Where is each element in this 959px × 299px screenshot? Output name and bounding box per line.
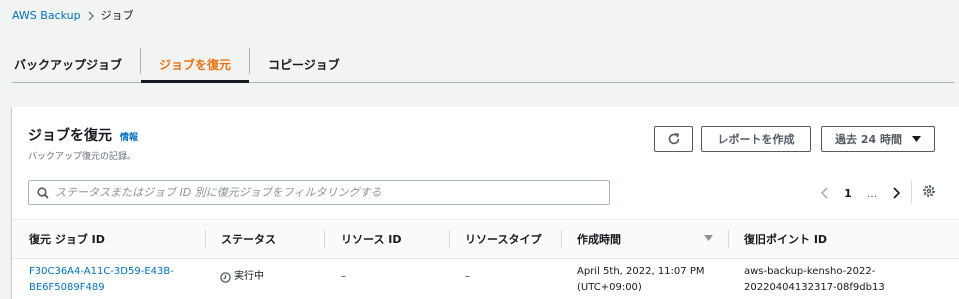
- column-separator: [728, 230, 729, 248]
- recovery-point-line-2: 20220404132317-08f9db13: [744, 282, 885, 293]
- job-id-line-2: BE6F5089F489: [29, 282, 105, 293]
- resource-id-cell: –: [341, 271, 346, 282]
- settings-gear-icon[interactable]: [922, 184, 936, 198]
- sort-descending-icon[interactable]: [704, 235, 713, 241]
- recovery-point-id-cell: aws-backup-kensho-2022- 20220404132317-0…: [744, 264, 885, 296]
- tab-restore-jobs[interactable]: ジョブを復元: [141, 46, 250, 83]
- previous-page-button[interactable]: [812, 183, 836, 203]
- column-separator: [205, 230, 206, 248]
- pagination: 1 ...: [812, 183, 908, 203]
- restore-jobs-panel: ジョブを復元 情報 バックアップ復元の記録。 レポートを作成 過去 24 時間: [12, 107, 959, 299]
- status-cell: 実行中: [220, 269, 264, 285]
- search-field[interactable]: [28, 180, 610, 205]
- create-report-button[interactable]: レポートを作成: [701, 126, 811, 152]
- time-range-dropdown[interactable]: 過去 24 時間: [821, 126, 935, 152]
- status-text: 実行中: [234, 271, 264, 282]
- resource-type-cell: –: [465, 271, 470, 282]
- creation-time-cell: April 5th, 2022, 11:07 PM (UTC+09:00): [577, 264, 704, 296]
- column-header-resource-type[interactable]: リソースタイプ: [465, 220, 541, 258]
- column-separator: [449, 230, 450, 248]
- column-header-restore-job-id[interactable]: 復元 ジョブ ID: [29, 220, 105, 258]
- page-ellipsis: ...: [866, 186, 878, 200]
- info-link[interactable]: 情報: [120, 129, 138, 147]
- time-range-label: 過去 24 時間: [835, 133, 902, 146]
- job-tabs: バックアップジョブ ジョブを復元 コピージョブ: [12, 46, 955, 83]
- chevron-right-icon: [88, 11, 94, 21]
- search-input[interactable]: [55, 186, 595, 199]
- refresh-button[interactable]: [654, 126, 693, 152]
- recovery-point-line-1: aws-backup-kensho-2022-: [744, 266, 876, 277]
- creation-time-line-1: April 5th, 2022, 11:07 PM: [577, 266, 705, 277]
- panel-title: ジョブを復元: [28, 128, 112, 144]
- next-page-button[interactable]: [884, 183, 908, 203]
- column-header-resource-id[interactable]: リソース ID: [341, 220, 402, 258]
- creation-time-line-2: (UTC+09:00): [577, 282, 642, 293]
- chevron-right-icon: [892, 187, 900, 199]
- breadcrumb-aws-backup-link[interactable]: AWS Backup: [12, 9, 81, 23]
- tab-copy-jobs[interactable]: コピージョブ: [250, 46, 358, 82]
- table-row: F30C36A4-A11C-3D59-E43B- BE6F5089F489 実行…: [12, 258, 959, 299]
- clock-icon: [220, 271, 231, 283]
- tab-backup-jobs[interactable]: バックアップジョブ: [12, 46, 140, 82]
- column-header-status[interactable]: ステータス: [221, 220, 276, 258]
- search-icon: [37, 186, 49, 199]
- job-id-line-1: F30C36A4-A11C-3D59-E43B-: [29, 266, 174, 277]
- refresh-icon: [667, 132, 681, 146]
- breadcrumb: AWS Backup ジョブ: [12, 9, 134, 23]
- breadcrumb-current: ジョブ: [100, 9, 134, 22]
- panel-header: ジョブを復元 情報: [28, 127, 138, 147]
- column-separator: [561, 230, 562, 248]
- page: AWS Backup ジョブ バックアップジョブ ジョブを復元 コピージョブ ジ…: [0, 0, 959, 299]
- pager-divider: [911, 181, 912, 203]
- panel-description: バックアップ復元の記録。: [28, 152, 137, 162]
- column-header-creation-time[interactable]: 作成時間: [577, 220, 621, 258]
- page-number[interactable]: 1: [836, 183, 860, 203]
- table-header: 復元 ジョブ ID ステータス リソース ID リソースタイプ 作成時間 復旧ポ…: [12, 219, 959, 259]
- chevron-left-icon: [820, 187, 828, 199]
- caret-down-icon: [911, 136, 921, 142]
- column-header-recovery-point-id[interactable]: 復旧ポイント ID: [744, 220, 827, 258]
- column-separator: [324, 230, 325, 248]
- restore-job-id-link[interactable]: F30C36A4-A11C-3D59-E43B- BE6F5089F489: [29, 264, 174, 296]
